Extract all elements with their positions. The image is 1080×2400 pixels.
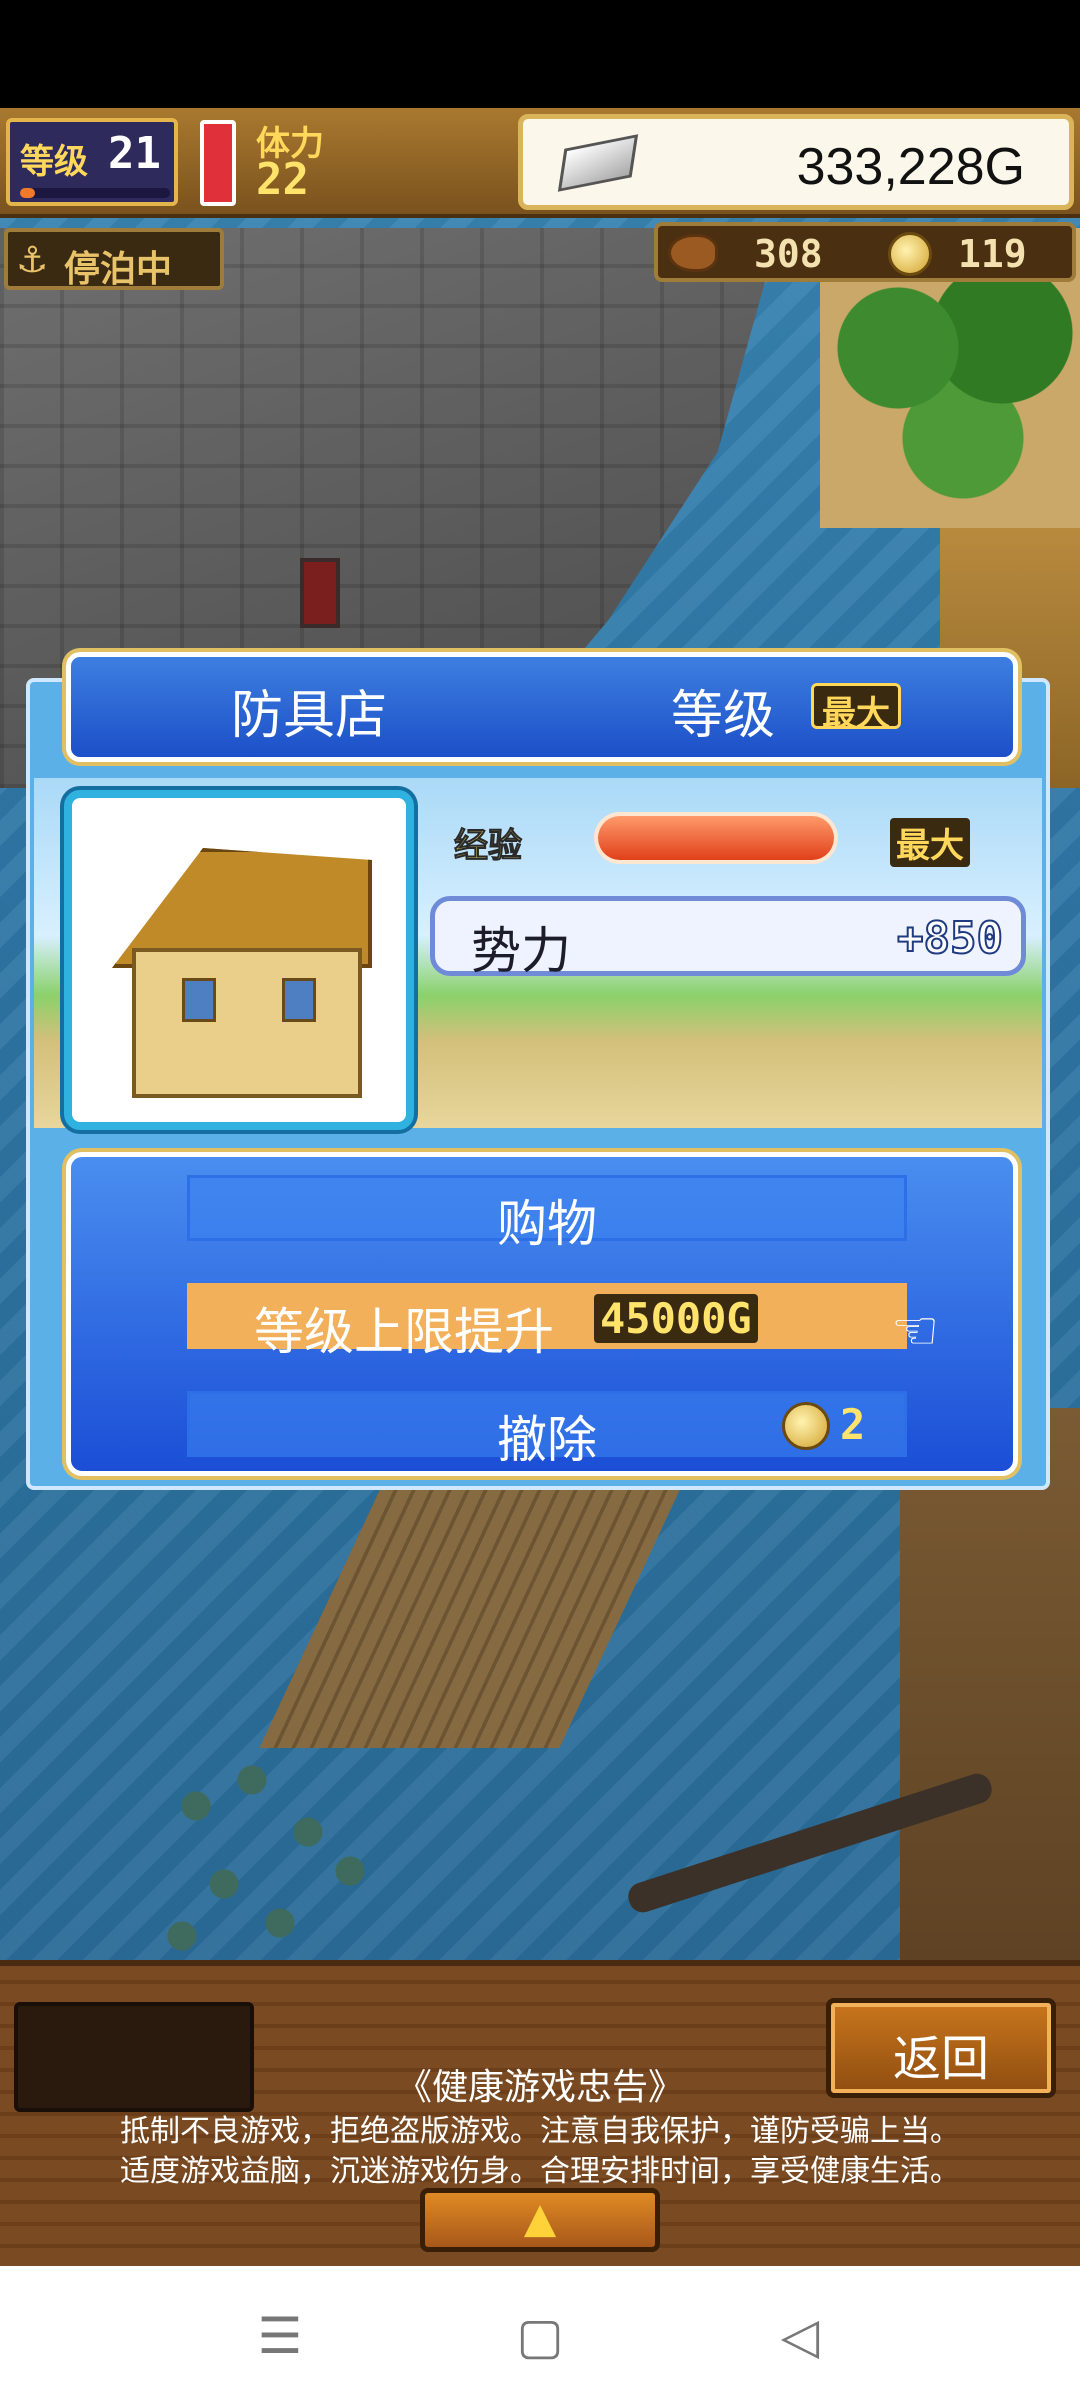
exp-bar xyxy=(594,812,838,864)
coin-icon xyxy=(888,232,932,276)
shop-button-label: 购物 xyxy=(497,1195,597,1253)
rocks xyxy=(140,1728,420,1960)
power-value: +850 xyxy=(896,912,1004,965)
stamina-value: 22 xyxy=(256,154,309,205)
expand-button[interactable]: ▲ xyxy=(420,2188,660,2252)
player-level: 等级 21 xyxy=(6,118,178,206)
money-value: 333,228G xyxy=(796,138,1025,196)
docked-badge[interactable]: ⚓ 停泊中 xyxy=(4,228,224,290)
shop-button[interactable]: 购物 xyxy=(187,1175,907,1253)
remove-cost: 2 xyxy=(840,1400,866,1449)
house-window xyxy=(182,978,216,1022)
back-icon[interactable]: ◁ xyxy=(760,2296,840,2376)
resource-display: 308 119 xyxy=(654,222,1076,282)
building-image-frame xyxy=(64,790,414,1130)
exp-max-badge: 最大 xyxy=(890,818,970,867)
silver-bar-icon xyxy=(557,134,639,192)
house-wall xyxy=(132,948,362,1098)
armor-shop-building-icon xyxy=(102,828,382,1108)
ship-hull xyxy=(900,1408,1080,1960)
level-progress-bar xyxy=(20,188,170,198)
docked-label: 停泊中 xyxy=(64,249,173,290)
food-icon xyxy=(668,234,718,272)
upgrade-cost: 45000G xyxy=(594,1294,758,1343)
stamina-gauge xyxy=(200,120,236,206)
anchor-icon: ⚓ xyxy=(16,240,49,281)
level-label: 等级 xyxy=(20,142,88,182)
castle-door xyxy=(300,558,340,628)
food-value: 308 xyxy=(754,232,823,276)
money-display: 333,228G xyxy=(518,114,1074,210)
level-max-badge: 最大 xyxy=(811,683,901,734)
status-bar xyxy=(0,0,1080,108)
system-navigation-bar: ☰ ▢ ◁ xyxy=(0,2266,1080,2400)
exp-label: 经验 xyxy=(454,826,523,867)
exp-bar-fill xyxy=(598,816,834,860)
level-title: 等级 xyxy=(671,686,776,746)
pointing-hand-icon: ☜ xyxy=(891,1299,940,1362)
power-label: 势力 xyxy=(471,922,571,980)
triangle-up-icon: ▲ xyxy=(523,2193,557,2242)
remove-button[interactable]: 撤除 2 xyxy=(187,1391,907,1469)
coin-icon xyxy=(782,1402,830,1450)
power-display: 势力 +850 xyxy=(430,896,1026,980)
info-panel: 经验 最大 势力 +850 xyxy=(34,778,1042,1130)
health-notice-title: 《健康游戏忠告》 xyxy=(395,2067,684,2108)
upgrade-label: 等级上限提升 xyxy=(254,1303,554,1361)
shop-name: 防具店 xyxy=(231,686,388,746)
dialog-header: 防具店 等级 最大 xyxy=(66,652,1018,762)
menu-icon[interactable]: ☰ xyxy=(240,2296,320,2376)
level-progress-fill xyxy=(20,188,35,198)
bottom-panel: 返回 《健康游戏忠告》 抵制不良游戏，拒绝盗版游戏。注意自我保护，谨防受骗上当。… xyxy=(0,1960,1080,2266)
action-menu: 购物 等级上限提升 45000G ☜ 撤除 2 xyxy=(66,1152,1018,1476)
level-value: 21 xyxy=(108,128,161,179)
coin-value: 119 xyxy=(958,232,1027,276)
health-notice-line-2: 适度游戏益脑，沉迷游戏伤身。合理安排时间，享受健康生活。 xyxy=(120,2154,960,2189)
health-notice-line-1: 抵制不良游戏，拒绝盗版游戏。注意自我保护，谨防受骗上当。 xyxy=(120,2114,960,2149)
top-hud: 等级 21 体力 22 333,228G xyxy=(0,108,1080,218)
shop-dialog: 防具店 等级 最大 经验 最大 势力 +850 购物 等级上限提升 45000G xyxy=(26,652,1050,1490)
home-icon[interactable]: ▢ xyxy=(500,2296,580,2376)
upgrade-level-cap-button[interactable]: 等级上限提升 45000G xyxy=(187,1283,907,1361)
house-window xyxy=(282,978,316,1022)
